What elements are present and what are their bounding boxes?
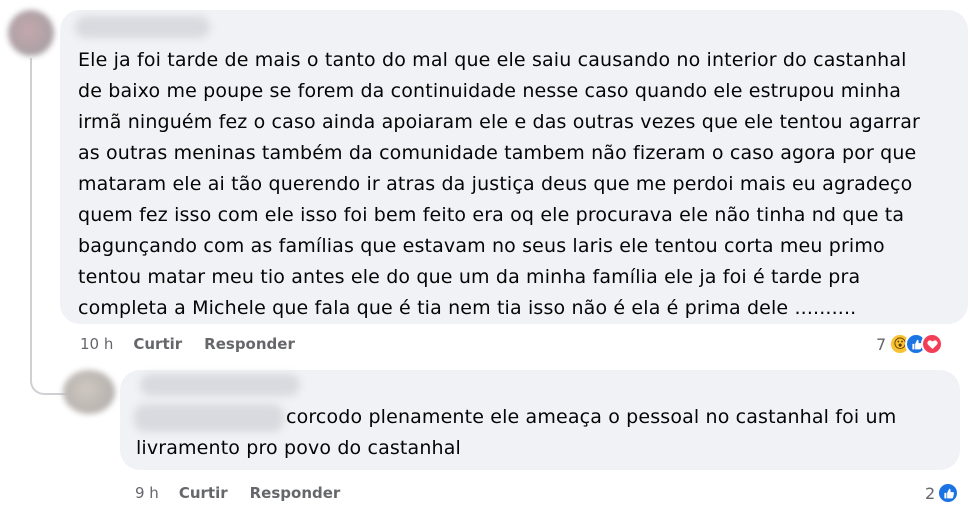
comment-like-button[interactable]: Curtir bbox=[133, 335, 182, 353]
reply-bubble: corcodo plenamente ele ameaça o pessoal … bbox=[120, 370, 960, 470]
love-icon bbox=[921, 333, 944, 355]
reply-text: corcodo plenamente ele ameaça o pessoal … bbox=[136, 406, 897, 459]
reply-text-container: corcodo plenamente ele ameaça o pessoal … bbox=[136, 402, 956, 464]
reply-reaction-count: 2 bbox=[925, 483, 936, 503]
comment-reactions[interactable]: 7 😮 bbox=[876, 333, 944, 355]
reply-reply-button[interactable]: Responder bbox=[250, 484, 341, 502]
comment-timestamp[interactable]: 10 h bbox=[80, 335, 113, 353]
replier-avatar[interactable] bbox=[63, 370, 115, 414]
comment-reaction-count: 7 bbox=[876, 334, 887, 354]
commenter-name-redacted[interactable] bbox=[75, 16, 210, 38]
reply-reactions[interactable]: 2 bbox=[925, 482, 960, 504]
comment-actions: 10 h Curtir Responder bbox=[80, 335, 317, 353]
comment-bubble: Ele ja foi tarde de mais o tanto do mal … bbox=[60, 10, 968, 324]
reply-like-button[interactable]: Curtir bbox=[179, 484, 228, 502]
reply-timestamp[interactable]: 9 h bbox=[135, 484, 159, 502]
replier-name-redacted[interactable] bbox=[140, 374, 300, 396]
commenter-avatar[interactable] bbox=[8, 10, 54, 56]
like-icon bbox=[937, 482, 960, 504]
comment-reply-button[interactable]: Responder bbox=[204, 335, 295, 353]
reply-actions: 9 h Curtir Responder bbox=[135, 484, 362, 502]
comment-text: Ele ja foi tarde de mais o tanto do mal … bbox=[78, 49, 920, 319]
